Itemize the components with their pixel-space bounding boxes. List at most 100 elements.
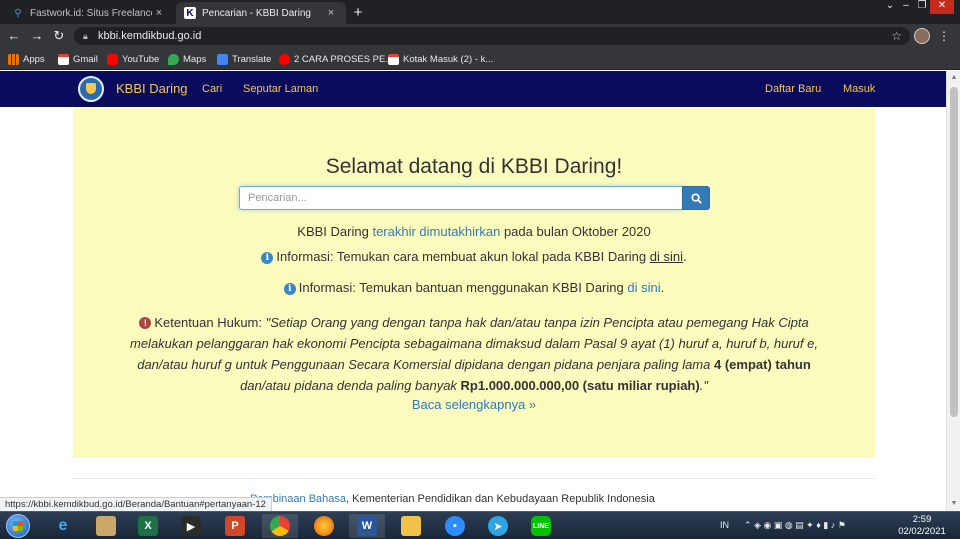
legal-quote-end: ." <box>699 378 708 393</box>
close-tab-icon[interactable]: × <box>152 7 166 19</box>
legal-bold-fine: Rp1.000.000.000,00 (satu miliar rupiah) <box>460 378 700 393</box>
tray-icons[interactable]: ⌃ ◈ ◉ ▣ ◍ ▤ ✦ ♦ ▮ ♪ ⚑ <box>744 520 846 531</box>
tab-title: Pencarian - KBBI Daring <box>202 7 311 19</box>
info-account: i Informasi: Temukan cara membuat akun lo… <box>73 249 875 264</box>
welcome-panel: Selamat datang di KBBI Daring! KBBI Dari… <box>73 108 875 458</box>
excel-icon[interactable]: X <box>130 514 166 538</box>
reload-icon[interactable]: ↻ <box>51 28 67 44</box>
tab-title: Fastwork.id: Situs Freelance Online <box>30 7 152 19</box>
exclamation-icon: ! <box>139 317 152 329</box>
minimize-icon[interactable]: – <box>898 0 914 14</box>
gmail-icon <box>58 53 69 65</box>
firefox-icon[interactable] <box>306 514 342 538</box>
info-text: Informasi: Temukan cara membuat akun lok… <box>276 249 650 264</box>
line-icon[interactable]: LINE <box>523 514 559 538</box>
footer-text: Pembinaan Bahasa, Kementerian Pendidikan… <box>250 493 655 505</box>
info-help-link[interactable]: di sini <box>627 280 660 295</box>
ie-icon[interactable]: e <box>45 514 81 538</box>
close-window-icon[interactable]: ✕ <box>930 0 954 14</box>
bookmark-label: Translate <box>232 53 272 65</box>
site-navbar: KBBI Daring Cari Seputar Laman Daftar Ba… <box>0 71 946 107</box>
bookmark-translate[interactable]: Translate <box>217 52 271 66</box>
bookmark-label: 2 CARA PROSES PE... <box>294 53 394 65</box>
info-period: . <box>660 280 665 295</box>
info-help: i Informasi: Temukan bantuan menggunakan … <box>73 280 875 295</box>
powerpoint-icon[interactable]: P <box>217 514 253 538</box>
legal-bold-term: 4 (empat) tahun <box>713 357 811 372</box>
search-icon <box>691 193 702 204</box>
scroll-up-arrow-icon[interactable]: ▲ <box>947 71 960 85</box>
brand-link[interactable]: KBBI Daring <box>116 81 188 96</box>
bookmark-youtube[interactable]: YouTube <box>107 52 159 66</box>
bookmark-gmail[interactable]: Gmail <box>58 52 98 66</box>
nav-daftar-baru[interactable]: Daftar Baru <box>765 83 821 95</box>
menu-dots-icon[interactable]: ⋮ <box>938 28 950 44</box>
info-period: . <box>682 249 687 264</box>
youtube-icon <box>107 53 118 65</box>
search-button[interactable] <box>682 186 710 210</box>
page-scrollbar[interactable]: ▲ ▼ <box>946 71 960 511</box>
back-icon[interactable]: ← <box>6 28 22 44</box>
new-tab-button[interactable]: + <box>349 4 367 22</box>
language-indicator[interactable]: IN <box>720 520 729 530</box>
forward-icon[interactable]: → <box>29 28 45 44</box>
kemdikbud-logo[interactable] <box>78 76 104 102</box>
info-icon: i <box>261 252 274 264</box>
bookmark-kotak-masuk[interactable]: Kotak Masuk (2) - k... <box>388 52 493 66</box>
scroll-thumb[interactable] <box>950 87 958 417</box>
system-clock[interactable]: 2:59 02/02/2021 <box>896 514 948 538</box>
url-text: kbbi.kemdikbud.go.id <box>98 30 202 42</box>
bookmark-apps[interactable]: Apps <box>8 52 45 66</box>
kbbi-k-icon: K <box>184 7 196 19</box>
explorer-icon[interactable] <box>393 514 429 538</box>
legal-notice: ! Ketentuan Hukum: "Setiap Orang yang den… <box>123 312 825 396</box>
status-url-bar: https://kbbi.kemdikbud.go.id/Beranda/Ban… <box>0 497 272 512</box>
tab-search-icon[interactable]: ⌄ <box>882 0 898 14</box>
browser-tab-strip: ⚲ Fastwork.id: Situs Freelance Online × … <box>0 0 960 24</box>
maximize-icon[interactable]: ❐ <box>914 0 930 14</box>
profile-avatar[interactable] <box>914 28 930 44</box>
tab-fastwork[interactable]: ⚲ Fastwork.id: Situs Freelance Online × <box>4 2 174 24</box>
legal-quote: dan/atau pidana denda paling banyak <box>240 378 461 393</box>
bookmark-maps[interactable]: Maps <box>168 52 206 66</box>
update-link[interactable]: terakhir dimutakhirkan <box>372 224 500 239</box>
bookmark-cara-proses[interactable]: 2 CARA PROSES PE... <box>279 52 393 66</box>
zoom-icon[interactable]: ▪ <box>437 514 473 538</box>
info-account-link[interactable]: di sini <box>650 249 683 264</box>
legal-label: Ketentuan Hukum: <box>154 315 266 330</box>
bookmark-label: Apps <box>23 53 45 65</box>
bookmark-label: Gmail <box>73 53 98 65</box>
scroll-down-arrow-icon[interactable]: ▼ <box>947 497 960 511</box>
bookmark-label: YouTube <box>122 53 160 65</box>
fastwork-icon: ⚲ <box>14 7 22 19</box>
info-text: Informasi: Temukan bantuan menggunakan K… <box>298 280 628 295</box>
search-input[interactable] <box>239 186 683 210</box>
nav-masuk[interactable]: Masuk <box>843 83 875 95</box>
bookmark-label: Maps <box>183 53 207 65</box>
update-text: KBBI Daring <box>297 224 373 239</box>
bookmark-star-icon[interactable]: ☆ <box>891 27 902 45</box>
clock-time: 2:59 <box>912 514 932 525</box>
close-tab-icon[interactable]: × <box>324 7 338 19</box>
update-notice: KBBI Daring terakhir dimutakhirkan pada … <box>73 224 875 239</box>
start-button[interactable] <box>6 514 30 538</box>
update-text-end: pada bulan Oktober 2020 <box>500 224 651 239</box>
address-bar[interactable]: 🔒︎ kbbi.kemdikbud.go.id ☆ <box>74 27 910 45</box>
bookmark-label: Kotak Masuk (2) - k... <box>403 53 494 65</box>
nav-seputar-laman[interactable]: Seputar Laman <box>243 83 318 95</box>
footer-ministry: , Kementerian Pendidikan dan Kebudayaan … <box>346 493 655 505</box>
translate-icon <box>217 53 228 65</box>
apps-grid-icon <box>8 53 19 65</box>
telegram-icon[interactable]: ➤ <box>480 514 516 538</box>
maps-icon <box>168 53 179 65</box>
chrome-icon[interactable] <box>262 514 298 538</box>
tab-kbbi[interactable]: K Pencarian - KBBI Daring × <box>176 2 346 24</box>
youtube-icon <box>279 53 290 65</box>
clock-date: 02/02/2021 <box>898 526 946 537</box>
nav-cari[interactable]: Cari <box>202 83 222 95</box>
word-icon[interactable]: W <box>349 514 385 538</box>
paint-icon[interactable] <box>88 514 124 538</box>
media-player-icon[interactable]: ▶ <box>173 514 209 538</box>
lock-icon: 🔒︎ <box>83 31 88 41</box>
read-more-link[interactable]: Baca selengkapnya » <box>73 397 875 412</box>
